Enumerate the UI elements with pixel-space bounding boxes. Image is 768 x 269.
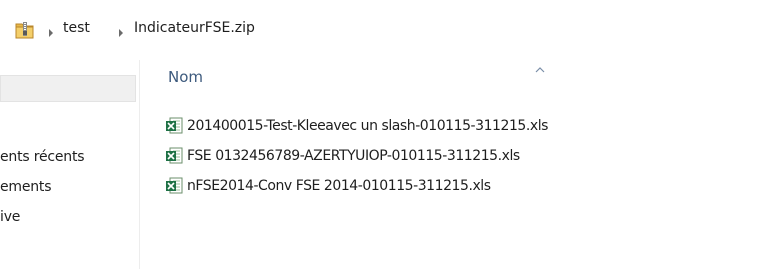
file-explorer-window: test IndicateurFSE.zip ents récents emen…	[0, 0, 768, 269]
nav-selected-item[interactable]	[0, 75, 136, 102]
sort-ascending-icon	[535, 58, 545, 73]
file-row[interactable]: 201400015-Test-Kleeavec un slash-010115-…	[165, 114, 665, 138]
file-name: nFSE2014-Conv FSE 2014-010115-311215.xls	[187, 178, 491, 194]
file-row[interactable]: nFSE2014-Conv FSE 2014-010115-311215.xls	[165, 174, 665, 198]
excel-file-icon	[165, 117, 183, 135]
nav-item-recent[interactable]: ents récents	[0, 147, 85, 167]
navigation-pane: ents récents ements ive	[0, 44, 139, 269]
zip-folder-icon[interactable]	[14, 20, 36, 40]
nav-item-downloads[interactable]: ements	[0, 177, 52, 197]
file-name: FSE 0132456789-AZERTYUIOP-010115-311215.…	[187, 148, 520, 164]
breadcrumb-item-test[interactable]: test	[63, 18, 90, 38]
excel-file-icon	[165, 177, 183, 195]
address-bar[interactable]: test IndicateurFSE.zip	[0, 14, 768, 44]
column-header-name[interactable]: Nom	[168, 66, 203, 88]
breadcrumb-item-zip[interactable]: IndicateurFSE.zip	[134, 18, 255, 38]
excel-file-icon	[165, 147, 183, 165]
file-row[interactable]: FSE 0132456789-AZERTYUIOP-010115-311215.…	[165, 144, 665, 168]
pane-divider[interactable]	[139, 60, 140, 269]
chevron-right-icon[interactable]	[117, 23, 125, 37]
chevron-right-icon[interactable]	[47, 23, 55, 37]
file-name: 201400015-Test-Kleeavec un slash-010115-…	[187, 118, 549, 134]
nav-item-drive[interactable]: ive	[0, 207, 20, 227]
